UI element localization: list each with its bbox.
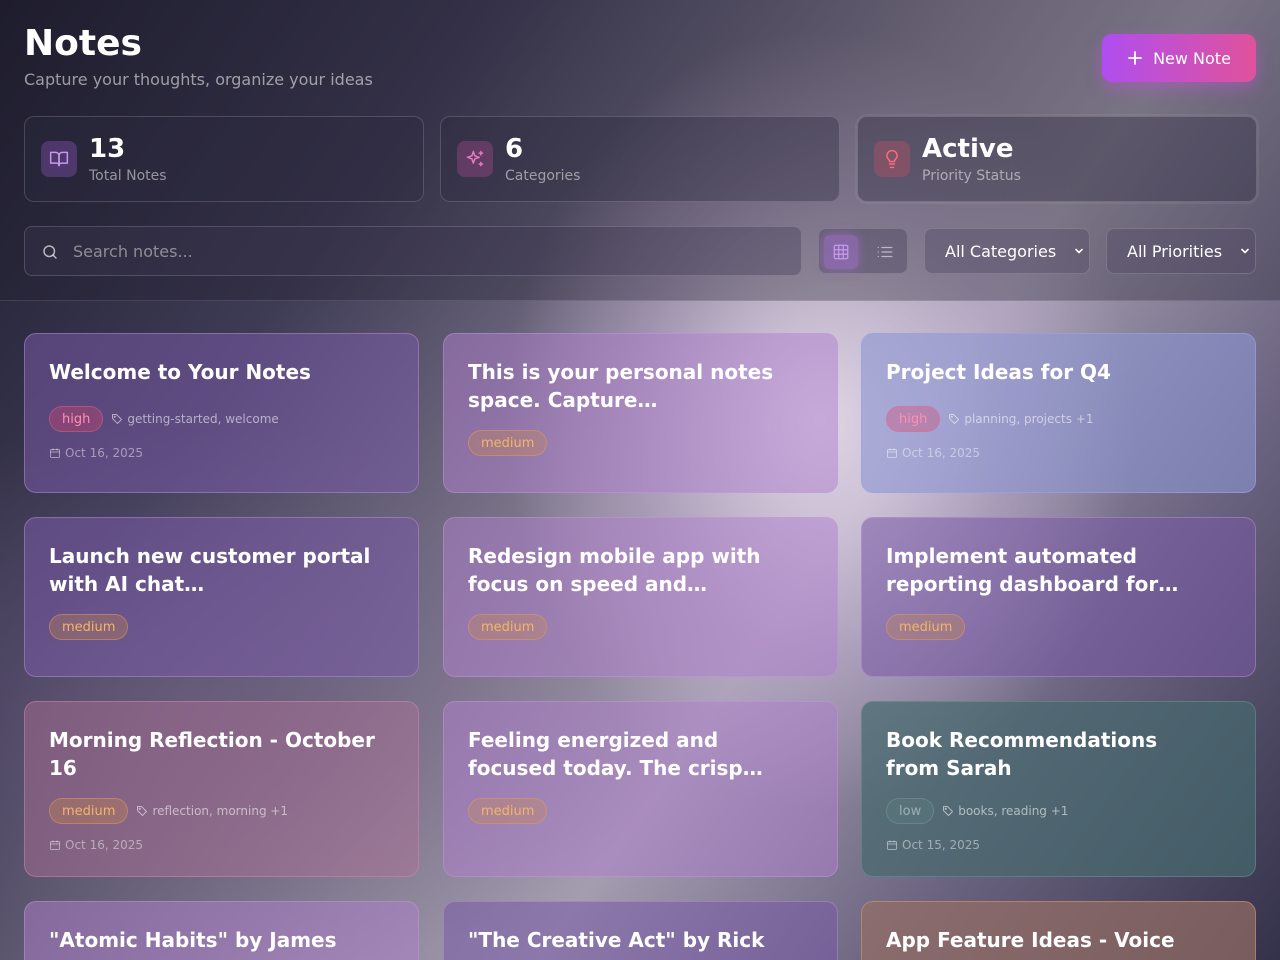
note-meta: medium (468, 430, 548, 456)
note-date: Oct 15, 2025 (886, 838, 980, 852)
note-tags: reflection, morning +1 (136, 804, 288, 818)
stat-value: 6 (505, 134, 524, 164)
list-view-button[interactable] (868, 235, 902, 269)
note-tags: getting-started, welcome (111, 412, 279, 426)
chevron-down-icon (1075, 248, 1083, 254)
category-select[interactable]: All Categories (924, 228, 1090, 274)
note-card[interactable]: "Atomic Habits" by James (24, 901, 419, 960)
note-date-text: Oct 16, 2025 (902, 446, 980, 460)
search-box (24, 226, 802, 276)
note-tags: planning, projects +1 (948, 412, 1093, 426)
note-title: Welcome to Your Notes (49, 360, 311, 384)
note-tags-text: books, reading +1 (958, 804, 1069, 818)
note-title: Launch new customer portal with AI chat… (49, 544, 371, 596)
calendar-icon (887, 448, 897, 458)
priority-badge: medium (886, 614, 966, 640)
priority-badge: medium (49, 614, 129, 640)
list-icon (877, 246, 893, 258)
note-date: Oct 16, 2025 (49, 838, 143, 852)
note-card[interactable]: Feeling energized and focused today. The… (443, 701, 838, 877)
note-meta: medium (886, 614, 966, 640)
priority-badge: medium (468, 614, 548, 640)
note-card[interactable]: Launch new customer portal with AI chat…… (24, 517, 419, 677)
note-title: Implement automated reporting dashboard … (886, 544, 1179, 596)
stat-label: Total Notes (89, 168, 167, 184)
note-card[interactable]: Implement automated reporting dashboard … (861, 517, 1256, 677)
priority-badge: medium (49, 798, 129, 824)
plus-icon (1128, 51, 1142, 65)
note-title: App Feature Ideas - Voice (886, 928, 1175, 952)
note-tags-text: planning, projects +1 (964, 412, 1094, 426)
category-select-value: All Categories (945, 241, 1057, 261)
priority-badge: medium (468, 798, 548, 824)
note-card[interactable]: Book Recommendations from Sarah low book… (861, 701, 1256, 877)
grid-icon (833, 244, 849, 260)
note-meta: low books, reading +1 (886, 798, 1068, 824)
note-meta: medium (468, 614, 548, 640)
new-note-label: New Note (1153, 48, 1231, 68)
page-subtitle: Capture your thoughts, organize your ide… (24, 70, 373, 89)
note-date-text: Oct 15, 2025 (902, 838, 980, 852)
note-tags-text: getting-started, welcome (127, 412, 279, 426)
stat-label: Priority Status (922, 168, 1021, 184)
stat-value: 13 (89, 134, 126, 164)
note-meta: high getting-started, welcome (49, 406, 279, 432)
stat-value: Active (922, 134, 1014, 164)
note-card[interactable]: Redesign mobile app with focus on speed … (443, 517, 838, 677)
note-card[interactable]: Morning Reflection - October 16 medium r… (24, 701, 419, 877)
note-title: This is your personal notes space. Captu… (468, 360, 774, 412)
tag-icon (949, 414, 960, 424)
note-meta: medium (49, 614, 129, 640)
priority-select-value: All Priorities (1127, 241, 1223, 261)
note-title: Feeling energized and focused today. The… (468, 728, 763, 780)
view-toggle (818, 228, 908, 274)
note-tags-text: reflection, morning +1 (152, 804, 289, 818)
note-meta: high planning, projects +1 (886, 406, 1093, 432)
calendar-icon (50, 448, 60, 458)
lightbulb-icon (874, 141, 910, 177)
priority-badge: medium (468, 430, 548, 456)
priority-badge: high (49, 406, 104, 432)
note-title: Book Recommendations from Sarah (886, 728, 1158, 780)
note-title: Project Ideas for Q4 (886, 360, 1111, 384)
priority-badge: low (886, 798, 935, 824)
priority-select[interactable]: All Priorities (1106, 228, 1256, 274)
note-date-text: Oct 16, 2025 (65, 446, 143, 460)
stat-label: Categories (505, 168, 581, 184)
tag-icon (112, 414, 123, 424)
note-card[interactable]: App Feature Ideas - Voice (861, 901, 1256, 960)
note-date: Oct 16, 2025 (49, 446, 143, 460)
note-meta: medium reflection, morning +1 (49, 798, 288, 824)
note-title: "Atomic Habits" by James (49, 928, 337, 952)
sparkles-icon (457, 141, 493, 177)
note-card[interactable]: Welcome to Your Notes high getting-start… (24, 333, 419, 493)
note-card[interactable]: Project Ideas for Q4 high planning, proj… (861, 333, 1256, 493)
new-note-button[interactable]: New Note (1102, 34, 1256, 82)
note-card[interactable]: This is your personal notes space. Captu… (443, 333, 838, 493)
note-tags: books, reading +1 (942, 804, 1068, 818)
note-title: "The Creative Act" by Rick (468, 928, 765, 952)
page-header: Notes Capture your thoughts, organize yo… (0, 0, 1280, 301)
note-date-text: Oct 16, 2025 (65, 838, 143, 852)
chevron-down-icon (1241, 248, 1249, 254)
tag-icon (943, 806, 954, 816)
calendar-icon (50, 840, 60, 850)
grid-view-button[interactable] (824, 235, 858, 269)
note-card[interactable]: "The Creative Act" by Rick (443, 901, 838, 960)
note-title: Morning Reflection - October 16 (49, 728, 375, 780)
page-title: Notes (24, 23, 142, 64)
priority-badge: high (886, 406, 941, 432)
note-date: Oct 16, 2025 (886, 446, 980, 460)
search-input[interactable] (73, 227, 793, 275)
stat-categories: 6 Categories (440, 116, 840, 202)
note-meta: medium (468, 798, 548, 824)
book-open-icon (41, 141, 77, 177)
stat-priority-status: Active Priority Status (857, 116, 1257, 202)
calendar-icon (887, 840, 897, 850)
search-icon (43, 245, 57, 259)
stat-total-notes: 13 Total Notes (24, 116, 424, 202)
note-title: Redesign mobile app with focus on speed … (468, 544, 761, 596)
tag-icon (137, 806, 148, 816)
